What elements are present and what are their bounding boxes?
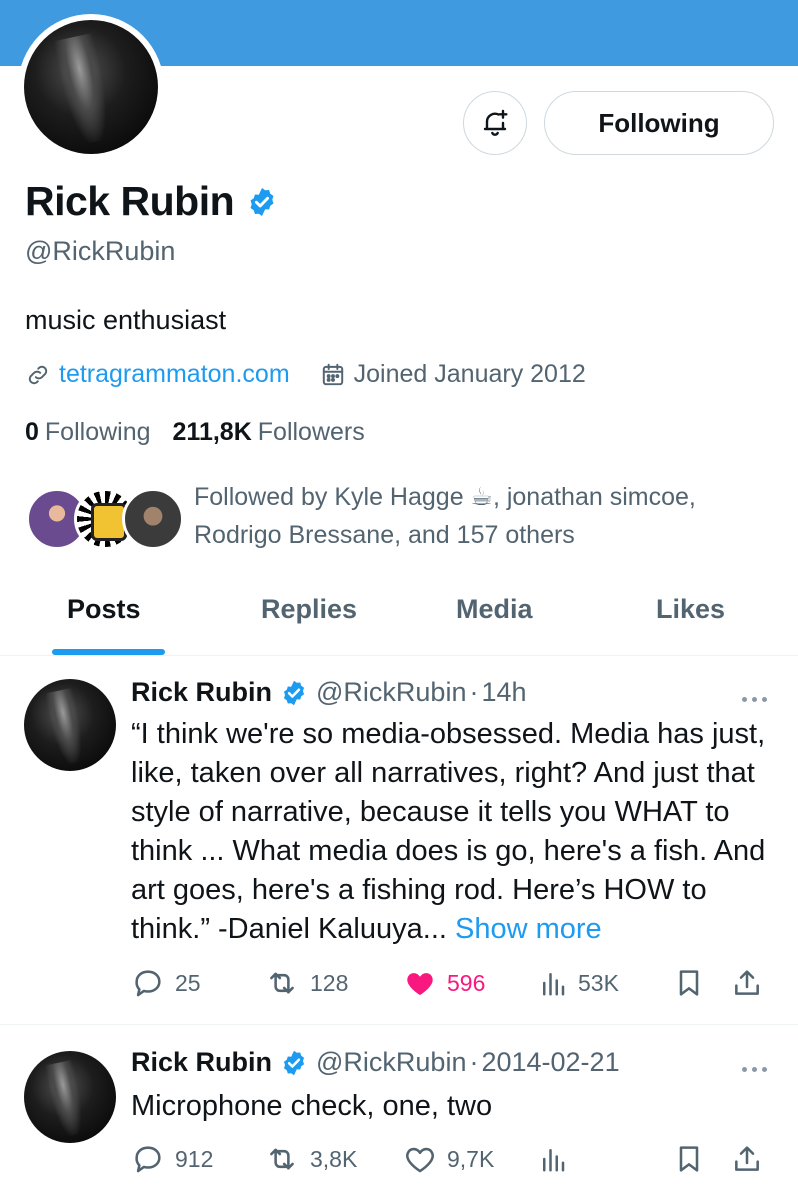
profile-bio: music enthusiast [25, 305, 227, 335]
views-button[interactable] [538, 1139, 578, 1179]
tab-posts[interactable]: Posts [67, 594, 141, 625]
heart-icon [406, 1147, 434, 1173]
verified-badge-icon[interactable] [246, 186, 278, 218]
views-button[interactable]: 53K [538, 963, 619, 1003]
reply-count: 25 [175, 969, 201, 996]
following-button[interactable]: Following [544, 91, 774, 155]
profile-avatar[interactable] [18, 14, 164, 160]
tweet-separator: · [469, 1047, 479, 1077]
tab-likes[interactable]: Likes [656, 594, 725, 625]
show-more-link[interactable]: Show more [455, 913, 602, 945]
like-button[interactable]: 596 [403, 963, 485, 1003]
follower-avatar [122, 488, 184, 550]
profile-name-row: Rick Rubin [25, 178, 278, 225]
active-tab-indicator [52, 649, 165, 655]
verified-badge-icon [283, 1050, 305, 1075]
tweet-author-name[interactable]: Rick Rubin [131, 1047, 272, 1078]
profile-joined-date: Joined January 2012 [353, 360, 586, 388]
tweet-timestamp[interactable]: 2014-02-21 [481, 1047, 619, 1078]
tweet[interactable]: Rick Rubin @RickRubin · 2014-02-21 Micro… [0, 1025, 798, 1200]
tweet-actions: 25 128 596 53K [131, 963, 771, 1003]
view-count: 53K [578, 969, 619, 996]
reply-icon [135, 970, 161, 997]
share-button[interactable] [731, 963, 763, 1003]
tweet-timestamp[interactable]: 14h [481, 677, 526, 708]
views-icon [543, 973, 565, 996]
tweet-text-content: “I think we're so media-obsessed. Media … [131, 718, 766, 945]
repost-count: 128 [310, 969, 349, 996]
tweet-actions: 912 3,8K 9,7K [131, 1139, 771, 1179]
repost-button[interactable]: 3,8K [264, 1139, 357, 1179]
bell-plus-icon [483, 109, 508, 136]
tweet-header: Rick Rubin @RickRubin · 2014-02-21 [131, 1047, 620, 1078]
like-button[interactable]: 9,7K [403, 1139, 494, 1179]
notifications-button[interactable] [463, 91, 527, 155]
like-count: 596 [447, 969, 486, 996]
bookmark-button[interactable] [673, 1139, 705, 1179]
profile-display-name: Rick Rubin [25, 178, 235, 224]
share-icon [735, 970, 759, 995]
tab-media[interactable]: Media [456, 594, 533, 625]
share-button[interactable] [731, 1139, 763, 1179]
heart-icon [407, 973, 433, 996]
following-count: 0 [25, 418, 39, 446]
repost-count: 3,8K [310, 1145, 358, 1172]
bookmark-button[interactable] [673, 963, 705, 1003]
tweet-avatar[interactable] [24, 1051, 116, 1143]
tweet-avatar[interactable] [24, 679, 116, 771]
following-count-link[interactable]: 0 Following [25, 418, 151, 447]
tweet-author-name[interactable]: Rick Rubin [131, 677, 272, 708]
link-icon [28, 365, 48, 384]
followers-count: 211,8K [172, 418, 252, 446]
profile-stats: 0 Following 211,8K Followers [25, 418, 365, 447]
tweet-author-handle[interactable]: @RickRubin [316, 1047, 466, 1078]
profile-handle: @RickRubin [25, 236, 176, 266]
repost-icon [270, 972, 294, 994]
tab-replies[interactable]: Replies [261, 594, 357, 625]
bookmark-icon [679, 970, 699, 996]
more-icon[interactable] [736, 689, 772, 709]
tweet-text[interactable]: Microphone check, one, two [131, 1087, 771, 1126]
more-icon[interactable] [736, 1059, 772, 1079]
tweet[interactable]: Rick Rubin @RickRubin · 14h “I think we'… [0, 657, 798, 1024]
followed-by-text[interactable]: Followed by Kyle Hagge ☕, jonathan simco… [194, 478, 774, 554]
bookmark-icon [679, 1146, 699, 1172]
following-label: Following [44, 418, 151, 446]
profile-meta: tetragrammaton.com Joined January 2012 [25, 360, 586, 389]
repost-button[interactable]: 128 [264, 963, 348, 1003]
followers-count-link[interactable]: 211,8K Followers [173, 418, 365, 447]
views-icon [543, 1149, 565, 1172]
tweet-text[interactable]: “I think we're so media-obsessed. Media … [131, 715, 771, 949]
verified-badge-icon [283, 680, 305, 705]
reply-button[interactable]: 912 [131, 1139, 213, 1179]
followed-by-avatars[interactable] [26, 488, 186, 552]
followers-label: Followers [257, 418, 365, 446]
tweet-header: Rick Rubin @RickRubin · 14h [131, 677, 527, 708]
profile-tabs: Posts Replies Media Likes [0, 580, 798, 656]
repost-icon [270, 1148, 294, 1170]
tweet-separator: · [469, 677, 479, 707]
calendar-icon [322, 363, 343, 385]
reply-button[interactable]: 25 [131, 963, 201, 1003]
profile-website-link[interactable]: tetragrammaton.com [59, 360, 290, 389]
reply-icon [135, 1146, 161, 1173]
share-icon [735, 1146, 759, 1171]
like-count: 9,7K [447, 1145, 495, 1172]
reply-count: 912 [175, 1145, 214, 1172]
tweet-author-handle[interactable]: @RickRubin [316, 677, 466, 708]
